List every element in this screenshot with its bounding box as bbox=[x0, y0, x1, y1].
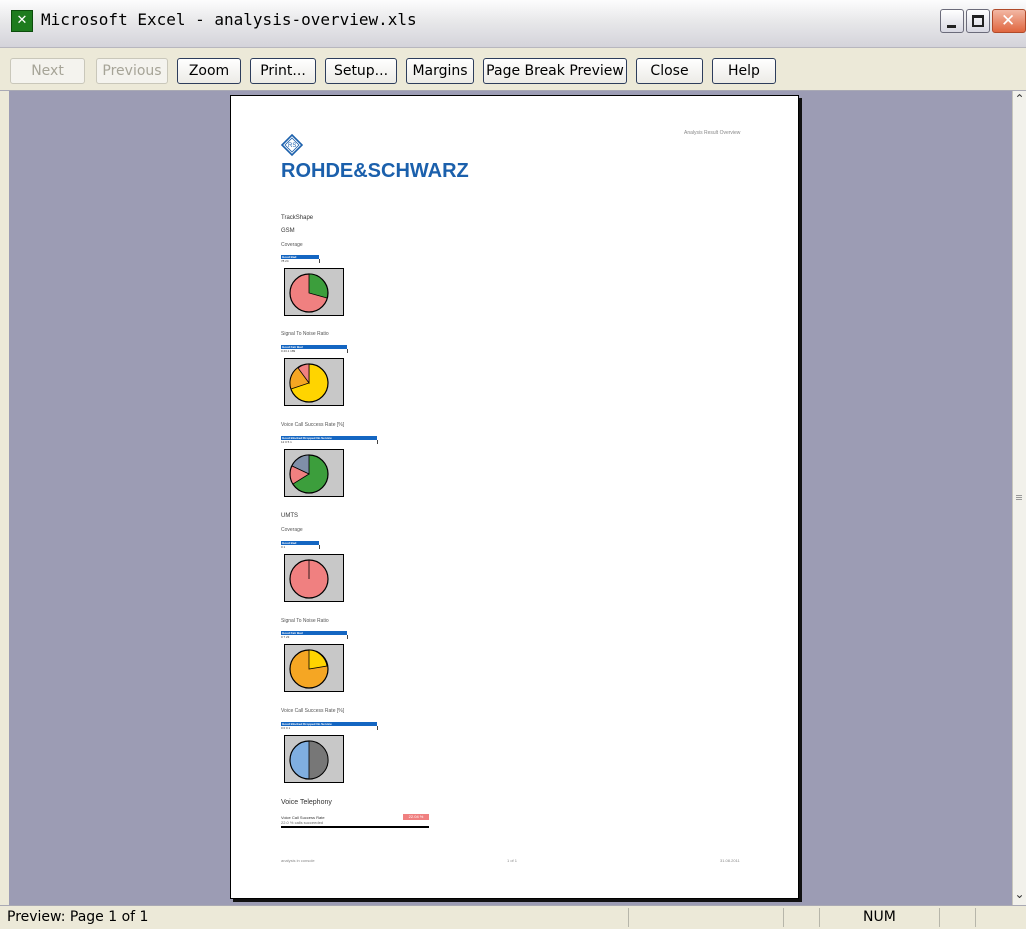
minimize-button[interactable] bbox=[940, 9, 964, 33]
status-bar: Preview: Page 1 of 1 NUM bbox=[0, 905, 1026, 929]
scroll-down-icon[interactable]: ⌄ bbox=[1013, 886, 1026, 902]
title-bar: ✕ Microsoft Excel - analysis-overview.xl… bbox=[0, 0, 1026, 48]
gsm-snr-title: Signal To Noise Ratio bbox=[281, 331, 329, 337]
page-header: Analysis Result Overview bbox=[684, 130, 741, 136]
close-window-button[interactable]: ✕ bbox=[992, 9, 1026, 33]
print-preview-toolbar: Next Previous Zoom Print... Setup... Mar… bbox=[0, 48, 1026, 91]
umts-vcsr-title: Voice Call Success Rate [%] bbox=[281, 708, 345, 714]
excel-icon[interactable]: ✕ bbox=[11, 10, 33, 32]
maximize-icon bbox=[972, 15, 984, 27]
gsm-vcsr-pie-chart bbox=[289, 454, 329, 494]
umts-coverage-pie-chart bbox=[289, 559, 329, 599]
umts-vcsr-values: 0 0 0 1 bbox=[281, 726, 378, 730]
gsm-coverage-pie bbox=[284, 268, 344, 316]
gsm-coverage-title: Coverage bbox=[281, 242, 303, 248]
help-button[interactable]: Help bbox=[712, 58, 776, 84]
umts-snr-pie bbox=[284, 644, 344, 692]
print-button[interactable]: Print... bbox=[250, 58, 316, 84]
umts-snr-pie-chart bbox=[289, 649, 329, 689]
umts-snr-title: Signal To Noise Ratio bbox=[281, 618, 329, 624]
minimize-icon bbox=[947, 25, 956, 28]
umts-coverage-pie bbox=[284, 554, 344, 602]
scroll-grip-icon bbox=[1016, 495, 1022, 496]
status-cell bbox=[939, 908, 975, 927]
logo-mark-text: RS bbox=[288, 143, 296, 149]
window-title: Microsoft Excel - analysis-overview.xls bbox=[41, 10, 417, 29]
gsm-vcsr-pie bbox=[284, 449, 344, 497]
umts-heading: UMTS bbox=[281, 513, 298, 519]
gsm-coverage-pie-chart bbox=[289, 273, 329, 313]
vertical-scrollbar[interactable]: ⌃ ⌄ bbox=[1012, 91, 1026, 905]
voice-telephony-heading: Voice Telephony bbox=[281, 799, 332, 806]
page-break-preview-button[interactable]: Page Break Preview bbox=[483, 58, 627, 84]
zoom-button[interactable]: Zoom bbox=[177, 58, 241, 84]
close-button[interactable]: Close bbox=[636, 58, 703, 84]
umts-vcsr-pie bbox=[284, 735, 344, 783]
umts-snr-values: 0 7 23 bbox=[281, 635, 348, 639]
umts-coverage-values: 0 1 bbox=[281, 545, 320, 549]
close-icon: ✕ bbox=[1001, 11, 1016, 31]
preview-page[interactable]: Analysis Result Overview RS ROHDE&SCHWAR… bbox=[230, 95, 799, 899]
num-lock-indicator: NUM bbox=[863, 909, 896, 925]
status-cell bbox=[975, 908, 1005, 927]
status-text: Preview: Page 1 of 1 bbox=[7, 909, 149, 925]
voice-telephony-table: Voice Call Success Rate 22.0 % calls suc… bbox=[281, 814, 429, 828]
gsm-snr-pie-chart bbox=[289, 363, 329, 403]
vcsr-row-sub: 22.0 % calls succeeded bbox=[281, 820, 324, 825]
gsm-snr-values: 0 23.1 189 bbox=[281, 349, 348, 353]
umts-vcsr-pie-chart bbox=[289, 740, 329, 780]
track-shape-label: TrackShape bbox=[281, 215, 314, 221]
margins-button[interactable]: Margins bbox=[406, 58, 474, 84]
gsm-coverage-values: 78 24 bbox=[281, 259, 320, 263]
setup-button[interactable]: Setup... bbox=[325, 58, 397, 84]
rohde-schwarz-logo-mark: RS bbox=[281, 134, 303, 157]
gsm-heading: GSM bbox=[281, 228, 295, 234]
umts-coverage-title: Coverage bbox=[281, 527, 303, 533]
previous-button[interactable]: Previous bbox=[96, 58, 168, 84]
vcsr-badge: 22.04 % bbox=[403, 814, 429, 820]
footer-page-number: 1 of 1 bbox=[507, 858, 518, 863]
next-button[interactable]: Next bbox=[10, 58, 85, 84]
status-cell bbox=[783, 908, 819, 927]
gsm-vcsr-title: Voice Call Success Rate [%] bbox=[281, 422, 345, 428]
gsm-snr-pie bbox=[284, 358, 344, 406]
gsm-vcsr-values: 12 0 5 1 bbox=[281, 440, 378, 444]
footer-left: analysis in console bbox=[281, 858, 315, 863]
scroll-up-icon[interactable]: ⌃ bbox=[1013, 91, 1026, 107]
window-frame-left bbox=[0, 91, 9, 905]
footer-date: 31.08.2011 bbox=[720, 858, 740, 863]
maximize-button[interactable] bbox=[966, 9, 990, 33]
status-cell bbox=[628, 908, 783, 927]
rohde-schwarz-logo: ROHDE&SCHWARZ bbox=[281, 160, 469, 182]
